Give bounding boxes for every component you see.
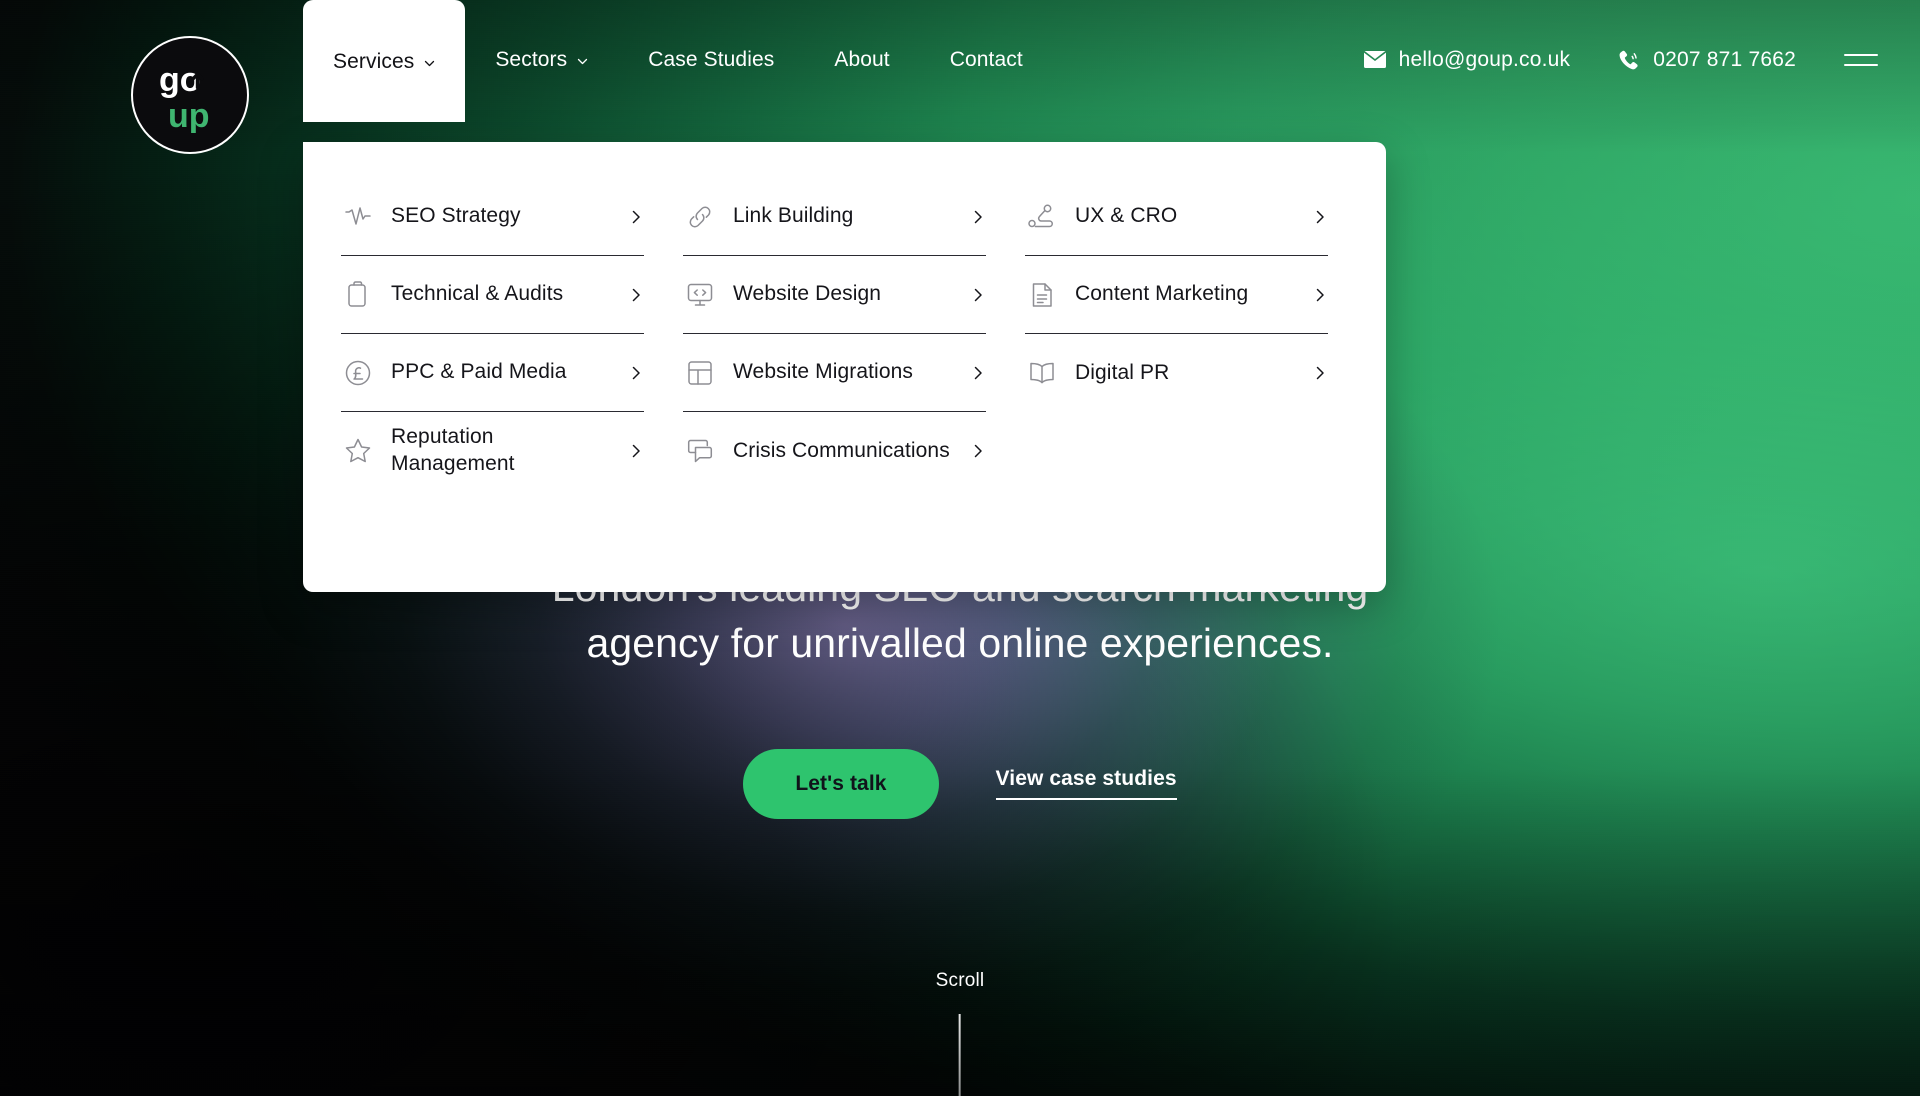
menu-item-digital-pr[interactable]: Digital PR [1025,334,1328,412]
scroll-indicator[interactable]: Scroll [936,970,985,1096]
layout-grid-icon [683,356,717,390]
menu-item-website-design[interactable]: Website Design [683,256,986,334]
header-contact-group: hello@goup.co.uk 0207 871 7662 [1363,0,1878,119]
menu-item-label: SEO Strategy [391,204,521,228]
hamburger-menu-icon[interactable] [1844,50,1878,70]
menu-item-ppc-and-paid-media[interactable]: PPC & Paid Media [341,334,644,412]
code-monitor-icon [683,278,717,312]
svg-text:up: up [168,97,210,133]
scroll-label: Scroll [935,970,985,991]
primary-navigation: Services Sectors Case Studies About Cont… [303,0,1053,145]
email-text: hello@goup.co.uk [1398,47,1571,71]
menu-item-website-migrations[interactable]: Website Migrations [683,334,986,412]
menu-item-label: PPC & Paid Media [391,360,567,384]
open-book-icon [1025,356,1059,390]
site-header: go up Services Sectors Case Studies Abou… [0,0,1920,158]
hero-cta-group: Let's talk View case studies [0,748,1920,819]
hero-headline-line-2: agency for unrivalled online experiences… [586,619,1334,666]
menu-item-reputation-management[interactable]: Reputation Management [341,412,644,490]
lets-talk-button[interactable]: Let's talk [743,748,939,819]
chevron-right-icon [970,209,986,225]
email-link[interactable]: hello@goup.co.uk [1363,47,1571,72]
chevron-right-icon [628,365,644,381]
chevron-down-icon [577,56,588,67]
hamburger-line [1844,63,1878,66]
chevron-right-icon [1312,365,1328,381]
menu-item-link-building[interactable]: Link Building [683,178,986,256]
nav-item-case-studies[interactable]: Case Studies [618,0,804,119]
chevron-right-icon [1312,287,1328,303]
services-mega-menu: SEO Strategy Technical & Audits PPC & Pa… [303,142,1386,592]
hamburger-line [1844,53,1878,56]
mega-menu-column-3: UX & CRO Content Marketing Digital PR [1025,178,1328,490]
menu-item-label: Website Design [733,282,882,306]
chevron-right-icon [970,287,986,303]
menu-item-technical-and-audits[interactable]: Technical & Audits [341,256,644,334]
pound-coin-icon [341,356,375,390]
speech-bubbles-icon [683,434,717,468]
menu-item-label: UX & CRO [1075,204,1178,228]
hero-section: London's leading SEO and search marketin… [0,560,1920,819]
nav-label: Sectors [495,48,568,71]
star-icon [341,434,375,468]
mega-menu-columns: SEO Strategy Technical & Audits PPC & Pa… [341,178,1342,490]
chevron-right-icon [970,443,986,459]
phone-text: 0207 871 7662 [1653,47,1796,71]
phone-ringing-icon [1618,49,1640,71]
menu-item-label: Link Building [733,204,854,228]
page-root: London's leading SEO and search marketin… [0,0,1920,1096]
view-case-studies-link[interactable]: View case studies [995,768,1177,800]
menu-item-crisis-communications[interactable]: Crisis Communications [683,412,986,490]
nav-label: About [834,48,890,71]
chevron-right-icon [628,443,644,459]
nav-label: Case Studies [648,48,775,71]
chevron-right-icon [970,365,986,381]
chevron-down-icon [424,58,435,69]
menu-item-label: Crisis Communications [733,438,950,462]
chevron-right-icon [628,287,644,303]
menu-item-label: Reputation Management [391,425,515,475]
svg-text:go: go [159,61,201,99]
chevron-right-icon [1312,209,1328,225]
nav-item-services[interactable]: Services [303,0,466,122]
logo-mark: go up [159,61,210,133]
document-lines-icon [1025,278,1059,312]
envelope-icon [1363,49,1386,71]
menu-item-label: Website Migrations [733,360,913,384]
menu-item-ux-and-cro[interactable]: UX & CRO [1025,178,1328,256]
menu-item-content-marketing[interactable]: Content Marketing [1025,256,1328,334]
nav-label: Contact [949,48,1023,71]
nav-item-about[interactable]: About [804,0,919,119]
chevron-right-icon [628,209,644,225]
mega-menu-column-1: SEO Strategy Technical & Audits PPC & Pa… [341,178,644,490]
clipboard-icon [341,278,375,312]
mega-menu-column-2: Link Building Website Design Website Mig… [683,178,986,490]
goup-logo[interactable]: go up [131,36,249,154]
phone-link[interactable]: 0207 871 7662 [1618,48,1796,72]
nav-label: Services [333,49,415,73]
nav-item-sectors[interactable]: Sectors [465,0,618,119]
activity-pulse-icon [341,200,375,234]
user-journey-icon [1025,200,1059,234]
menu-item-seo-strategy[interactable]: SEO Strategy [341,178,644,256]
menu-item-label: Content Marketing [1075,282,1249,306]
link-chain-icon [683,200,717,234]
scroll-line [959,1014,961,1096]
menu-item-label: Digital PR [1075,360,1170,384]
menu-item-label: Technical & Audits [391,282,564,306]
nav-item-contact[interactable]: Contact [920,0,1053,119]
